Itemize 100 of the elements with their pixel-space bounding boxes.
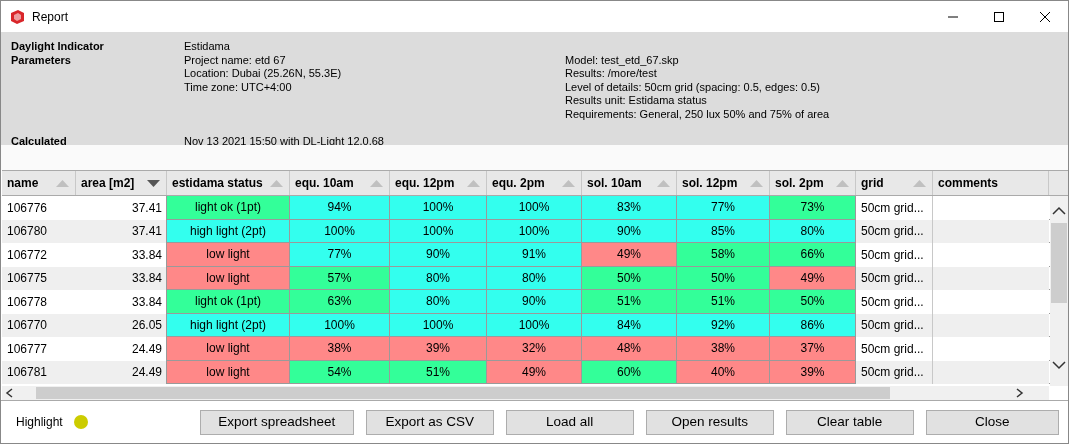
table-cell: 66% bbox=[770, 243, 856, 267]
info-label: Calculated bbox=[11, 134, 68, 149]
table-cell: 86% bbox=[770, 313, 856, 337]
table-cell: 80% bbox=[770, 219, 856, 243]
dialog-button[interactable]: Export spreadsheet bbox=[199, 409, 354, 435]
highlight-label: Highlight bbox=[16, 414, 63, 431]
table-cell: 51% bbox=[677, 290, 770, 314]
table-cell: 32% bbox=[487, 337, 582, 361]
table-cell: 60% bbox=[582, 360, 677, 384]
column-header[interactable]: name bbox=[2, 171, 76, 195]
table-cell: 50cm grid... bbox=[856, 266, 933, 290]
table-cell: 38% bbox=[677, 337, 770, 361]
table-cell: 90% bbox=[390, 243, 487, 267]
column-header[interactable]: equ. 2pm bbox=[487, 171, 582, 195]
info-label: Daylight Indicator bbox=[11, 40, 105, 54]
table-cell: 37% bbox=[770, 337, 856, 361]
table-cell: 92% bbox=[677, 313, 770, 337]
close-icon[interactable] bbox=[1040, 11, 1050, 22]
table-cell: 83% bbox=[582, 196, 677, 220]
column-header[interactable]: sol. 10am bbox=[582, 171, 677, 195]
table-cell: 39% bbox=[770, 360, 856, 384]
table-cell: 37.41 bbox=[76, 219, 167, 243]
info-text: Location: Dubai (25.26N, 55.3E) bbox=[184, 67, 343, 81]
table-cell: 51% bbox=[390, 360, 487, 384]
table-cell: 26.05 bbox=[76, 313, 167, 337]
info-text: Project name: etd 67 bbox=[184, 53, 287, 68]
dialog-button[interactable]: Load all bbox=[505, 409, 634, 435]
dialog-button[interactable]: Close bbox=[925, 409, 1059, 435]
table-cell: 100% bbox=[290, 313, 390, 337]
table-cell: 50cm grid... bbox=[856, 219, 933, 243]
scrollbar-thumb[interactable] bbox=[36, 387, 890, 399]
table-cell: 33.84 bbox=[76, 266, 167, 290]
table-cell: 49% bbox=[770, 266, 856, 290]
dialog-button[interactable]: Open results bbox=[645, 409, 774, 435]
table-cell: 90% bbox=[487, 290, 582, 314]
column-header[interactable]: sol. 2pm bbox=[770, 171, 856, 195]
info-text: Estidama bbox=[184, 40, 231, 54]
status-cell: low light bbox=[167, 243, 290, 267]
table-cell: 90% bbox=[582, 219, 677, 243]
info-text: Requirements: General, 250 lux 50% and 75% of area bbox=[565, 107, 831, 122]
table-cell: 106770 bbox=[2, 313, 76, 337]
status-cell: light ok (1pt) bbox=[167, 196, 290, 220]
info-text: Results: /more/test bbox=[565, 67, 658, 81]
column-header[interactable]: equ. 10am bbox=[290, 171, 390, 195]
table-cell: 80% bbox=[390, 290, 487, 314]
table-cell: 58% bbox=[677, 243, 770, 267]
table-cell: 100% bbox=[390, 313, 487, 337]
table-cell: 50% bbox=[770, 290, 856, 314]
window-title: Report bbox=[32, 8, 69, 26]
status-cell: high light (2pt) bbox=[167, 313, 290, 337]
table-cell: 39% bbox=[390, 337, 487, 361]
table-cell: 80% bbox=[390, 266, 487, 290]
table-cell: 100% bbox=[390, 196, 487, 220]
column-header[interactable]: grid bbox=[856, 171, 933, 195]
column-header[interactable]: estidama status bbox=[167, 171, 290, 195]
column-header[interactable]: equ. 12pm bbox=[390, 171, 487, 195]
table-cell: 100% bbox=[390, 219, 487, 243]
table-cell: 57% bbox=[290, 266, 390, 290]
table-cell: 49% bbox=[487, 360, 582, 384]
status-cell: high light (2pt) bbox=[167, 219, 290, 243]
table-cell: 100% bbox=[487, 313, 582, 337]
table-cell: 106781 bbox=[2, 360, 76, 384]
status-cell: light ok (1pt) bbox=[167, 290, 290, 314]
table-cell: 94% bbox=[290, 196, 390, 220]
info-text: Results unit: Estidama status bbox=[565, 94, 708, 108]
table-cell: 84% bbox=[582, 313, 677, 337]
column-header[interactable]: sol. 12pm bbox=[677, 171, 770, 195]
table-cell: 106775 bbox=[2, 266, 76, 290]
app-icon bbox=[9, 8, 25, 25]
scroll-down-icon[interactable] bbox=[1050, 358, 1068, 372]
status-cell: low light bbox=[167, 337, 290, 361]
table-cell: 100% bbox=[487, 219, 582, 243]
table-cell: 80% bbox=[487, 266, 582, 290]
table-cell: 91% bbox=[487, 243, 582, 267]
info-label: Parameters bbox=[11, 53, 72, 68]
table-cell: 73% bbox=[770, 196, 856, 220]
info-text: Nov 13 2021 15:50 with DL-Light 12.0.68 bbox=[184, 134, 385, 149]
table-cell: 106780 bbox=[2, 219, 76, 243]
column-header[interactable]: comments bbox=[933, 171, 1049, 195]
table-cell: 77% bbox=[677, 196, 770, 220]
table-cell: 38% bbox=[290, 337, 390, 361]
table-cell: 49% bbox=[582, 243, 677, 267]
scrollbar-thumb[interactable] bbox=[1051, 223, 1067, 303]
info-text: Time zone: UTC+4:00 bbox=[184, 80, 293, 95]
info-text: Model: test_etd_67.skp bbox=[565, 53, 680, 68]
highlight-dot[interactable] bbox=[73, 415, 88, 429]
table-cell: 50% bbox=[582, 266, 677, 290]
table-cell: 77% bbox=[290, 243, 390, 267]
table-cell: 54% bbox=[290, 360, 390, 384]
column-header[interactable]: area [m2] bbox=[76, 171, 167, 195]
maximize-icon[interactable] bbox=[994, 11, 1004, 22]
dialog-button[interactable]: Export as CSV bbox=[365, 409, 494, 435]
dialog-button[interactable]: Clear table bbox=[785, 409, 914, 435]
table-cell: 40% bbox=[677, 360, 770, 384]
table-cell: 100% bbox=[290, 219, 390, 243]
status-cell: low light bbox=[167, 266, 290, 290]
table-cell: 50cm grid... bbox=[856, 360, 933, 384]
table-cell: 63% bbox=[290, 290, 390, 314]
table-cell: 24.49 bbox=[76, 360, 167, 384]
status-cell: low light bbox=[167, 360, 290, 384]
